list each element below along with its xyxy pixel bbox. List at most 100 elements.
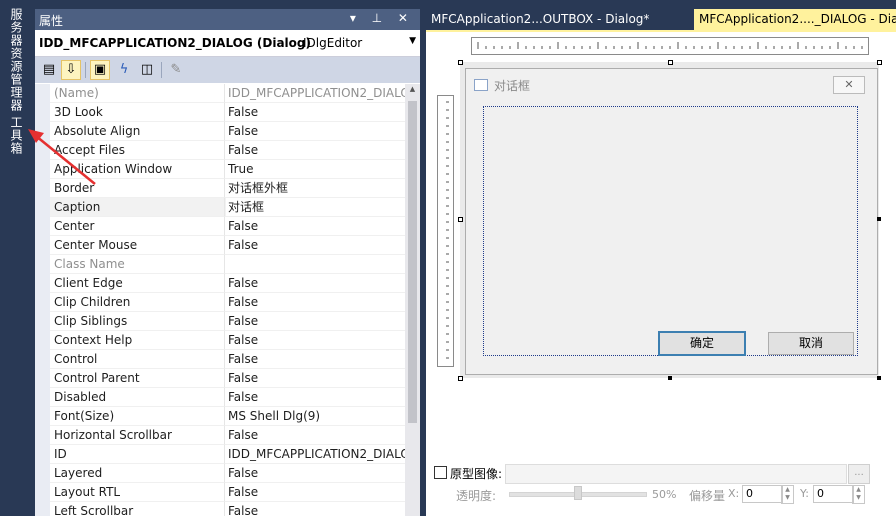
property-row[interactable]: Control Parent False: [35, 369, 405, 388]
ok-button[interactable]: 确定: [658, 331, 746, 356]
resize-handle[interactable]: [458, 376, 463, 381]
browse-button[interactable]: ...: [848, 464, 870, 484]
property-row-gutter: [35, 217, 50, 236]
properties-title: 属性: [39, 14, 64, 28]
categorized-icon[interactable]: ▤: [39, 60, 59, 80]
property-value[interactable]: False: [224, 464, 405, 483]
property-row-gutter: [35, 445, 50, 464]
property-value[interactable]: True: [224, 160, 405, 179]
property-row[interactable]: Class Name: [35, 255, 405, 274]
property-value[interactable]: 对话框外框: [224, 179, 405, 198]
property-value[interactable]: False: [224, 293, 405, 312]
scrollbar-thumb[interactable]: [408, 101, 417, 423]
dialog-client-area[interactable]: [483, 106, 858, 356]
property-value[interactable]: False: [224, 274, 405, 293]
property-name: Horizontal Scrollbar: [50, 426, 226, 445]
property-value[interactable]: False: [224, 141, 405, 160]
property-name: Application Window: [50, 160, 226, 179]
property-row[interactable]: Center False: [35, 217, 405, 236]
property-row[interactable]: Accept Files False: [35, 141, 405, 160]
vertical-ruler[interactable]: [437, 95, 454, 367]
property-row[interactable]: Client Edge False: [35, 274, 405, 293]
property-value[interactable]: 对话框: [224, 198, 405, 217]
object-selector[interactable]: IDD_MFCAPPLICATION2_DIALOG (Dialog) IDlg…: [35, 30, 420, 57]
resize-handle[interactable]: [668, 60, 673, 65]
property-row[interactable]: Left Scrollbar False: [35, 502, 405, 516]
properties-panel: 属性 ▾ ⊥ ✕ IDD_MFCAPPLICATION2_DIALOG (Dia…: [35, 9, 420, 516]
resize-handle[interactable]: [877, 376, 881, 380]
opacity-slider-thumb[interactable]: [574, 486, 582, 500]
resize-handle[interactable]: [668, 376, 672, 380]
property-value[interactable]: False: [224, 388, 405, 407]
property-row[interactable]: 3D Look False: [35, 103, 405, 122]
opacity-value: 50%: [652, 488, 677, 501]
property-value[interactable]: False: [224, 483, 405, 502]
horizontal-ruler[interactable]: [471, 37, 869, 55]
property-row[interactable]: Clip Children False: [35, 293, 405, 312]
property-value[interactable]: False: [224, 331, 405, 350]
property-row[interactable]: Context Help False: [35, 331, 405, 350]
toolbar-divider: [161, 62, 162, 78]
property-row[interactable]: Horizontal Scrollbar False: [35, 426, 405, 445]
property-row[interactable]: Clip Siblings False: [35, 312, 405, 331]
property-row[interactable]: Layered False: [35, 464, 405, 483]
property-value[interactable]: False: [224, 502, 405, 516]
property-row[interactable]: Disabled False: [35, 388, 405, 407]
property-row-gutter: [35, 274, 50, 293]
alphabetical-icon[interactable]: ⇩: [61, 60, 81, 80]
property-value[interactable]: False: [224, 236, 405, 255]
prototype-checkbox[interactable]: [434, 466, 447, 479]
property-value[interactable]: False: [224, 122, 405, 141]
messages-icon[interactable]: ◫: [137, 60, 157, 80]
property-row[interactable]: Font(Size) MS Shell Dlg(9): [35, 407, 405, 426]
toolbox-tab[interactable]: 工具箱: [6, 116, 26, 155]
property-row-gutter: [35, 369, 50, 388]
resize-handle[interactable]: [877, 217, 881, 221]
property-value[interactable]: False: [224, 103, 405, 122]
property-row[interactable]: Control False: [35, 350, 405, 369]
property-value[interactable]: MS Shell Dlg(9): [224, 407, 405, 426]
tab-main-dialog[interactable]: MFCApplication2...._DIALOG - Dialog: [694, 9, 896, 30]
x-spinner-icon[interactable]: ▲ ▼: [781, 485, 794, 504]
tab-toolbox-dialog[interactable]: MFCApplication2...OUTBOX - Dialog*: [426, 9, 654, 30]
property-value[interactable]: IDD_MFCAPPLICATION2_DIALOG: [224, 445, 405, 464]
y-spinner-icon[interactable]: ▲ ▼: [852, 485, 865, 504]
properties-icon[interactable]: ▣: [90, 60, 110, 80]
property-row[interactable]: (Name) IDD_MFCAPPLICATION2_DIALOG: [35, 84, 405, 103]
y-offset-input[interactable]: 0: [813, 485, 854, 503]
property-value[interactable]: False: [224, 350, 405, 369]
wrench-icon[interactable]: ✎: [166, 60, 186, 80]
cancel-button[interactable]: 取消: [768, 332, 854, 355]
property-name: Disabled: [50, 388, 226, 407]
property-value[interactable]: False: [224, 426, 405, 445]
ruler-ticks-v: [446, 101, 449, 359]
resize-handle[interactable]: [877, 60, 882, 65]
offset-label: 偏移量: [689, 489, 726, 503]
resize-handle[interactable]: [458, 217, 463, 222]
prototype-path-field[interactable]: [505, 464, 847, 484]
close-icon[interactable]: ✕: [833, 76, 865, 94]
server-explorer-tab[interactable]: 服务器资源管理器: [6, 8, 26, 112]
property-value[interactable]: False: [224, 369, 405, 388]
property-row[interactable]: Application Window True: [35, 160, 405, 179]
property-value[interactable]: False: [224, 217, 405, 236]
property-row-gutter: [35, 293, 50, 312]
property-value[interactable]: IDD_MFCAPPLICATION2_DIALOG: [224, 84, 405, 103]
resize-handle[interactable]: [458, 60, 463, 65]
panel-window-buttons[interactable]: ▾ ⊥ ✕: [350, 11, 414, 25]
x-offset-input[interactable]: 0: [742, 485, 783, 503]
property-row[interactable]: ID IDD_MFCAPPLICATION2_DIALOG: [35, 445, 405, 464]
property-name: Class Name: [50, 255, 226, 274]
property-value[interactable]: [224, 255, 405, 274]
scroll-up-icon[interactable]: ▲: [405, 85, 420, 99]
events-icon[interactable]: ϟ: [114, 60, 134, 80]
property-row[interactable]: Border 对话框外框: [35, 179, 405, 198]
property-row[interactable]: Layout RTL False: [35, 483, 405, 502]
property-row[interactable]: Caption 对话框: [35, 198, 405, 217]
property-value[interactable]: False: [224, 312, 405, 331]
property-row[interactable]: Center Mouse False: [35, 236, 405, 255]
property-name: Client Edge: [50, 274, 226, 293]
property-row[interactable]: Absolute Align False: [35, 122, 405, 141]
property-row-gutter: [35, 84, 50, 103]
chevron-down-icon[interactable]: ▼: [409, 36, 416, 46]
